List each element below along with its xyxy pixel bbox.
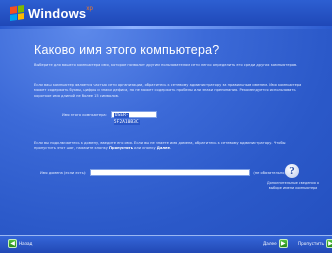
brand-name: Windows — [28, 5, 87, 21]
computer-name-input[interactable]: USER-5F2A10B3C — [110, 111, 157, 125]
windows-flag-icon — [10, 5, 24, 21]
back-label: Назад — [19, 241, 33, 246]
help-icon: ? — [285, 164, 299, 178]
domain-optional-note: (не обязательно) — [253, 170, 286, 175]
next-arrow-icon: ▶ — [278, 239, 288, 248]
windows-logo: Windowsxp — [10, 5, 93, 21]
next-button[interactable]: Далее ▶ — [261, 239, 288, 248]
help-button[interactable]: ? — [282, 164, 302, 178]
domain-instructions-skip: Пропустить — [109, 146, 133, 151]
domain-instructions-text: Если вы подключаетесь к домену, введите … — [34, 141, 302, 152]
instructions-text: Если ваш компьютер является частью сети … — [34, 83, 302, 98]
header-bar: Windowsxp — [0, 0, 332, 26]
computer-name-label: Имя этого компьютера: — [62, 112, 107, 117]
brand-sup: xp — [86, 5, 94, 12]
domain-input[interactable] — [90, 169, 251, 176]
domain-instructions-next: Далее — [156, 146, 170, 151]
domain-instructions-end: . — [169, 146, 172, 151]
domain-instructions-mid: или кнопку — [133, 146, 157, 151]
computer-name-row: Имя этого компьютера: USER-5F2A10B3C — [62, 111, 157, 125]
back-arrow-icon: ◀ — [8, 239, 17, 248]
page-title: Каково имя этого компьютера? — [34, 43, 220, 57]
domain-row: Имя домена (если есть): (не обязательно) — [40, 169, 286, 176]
skip-arrow-icon: ▶ — [325, 239, 332, 248]
help-link[interactable]: Дополнительные сведения о выборе имени к… — [264, 181, 322, 190]
computer-name-value: USER-5F2A10B3C — [113, 113, 140, 125]
skip-label: Пропустить — [298, 241, 324, 246]
domain-label: Имя домена (если есть): — [40, 170, 87, 175]
intro-text: Выберите для вашего компьютера имя, кото… — [34, 63, 298, 67]
navigation-bar: ◀ Назад Далее ▶ Пропустить ▶ — [0, 235, 332, 253]
back-button[interactable]: ◀ Назад — [8, 239, 34, 248]
next-label: Далее — [263, 241, 277, 246]
setup-panel: Каково имя этого компьютера? Выберите дл… — [0, 29, 332, 235]
skip-button[interactable]: Пропустить ▶ — [296, 239, 332, 248]
